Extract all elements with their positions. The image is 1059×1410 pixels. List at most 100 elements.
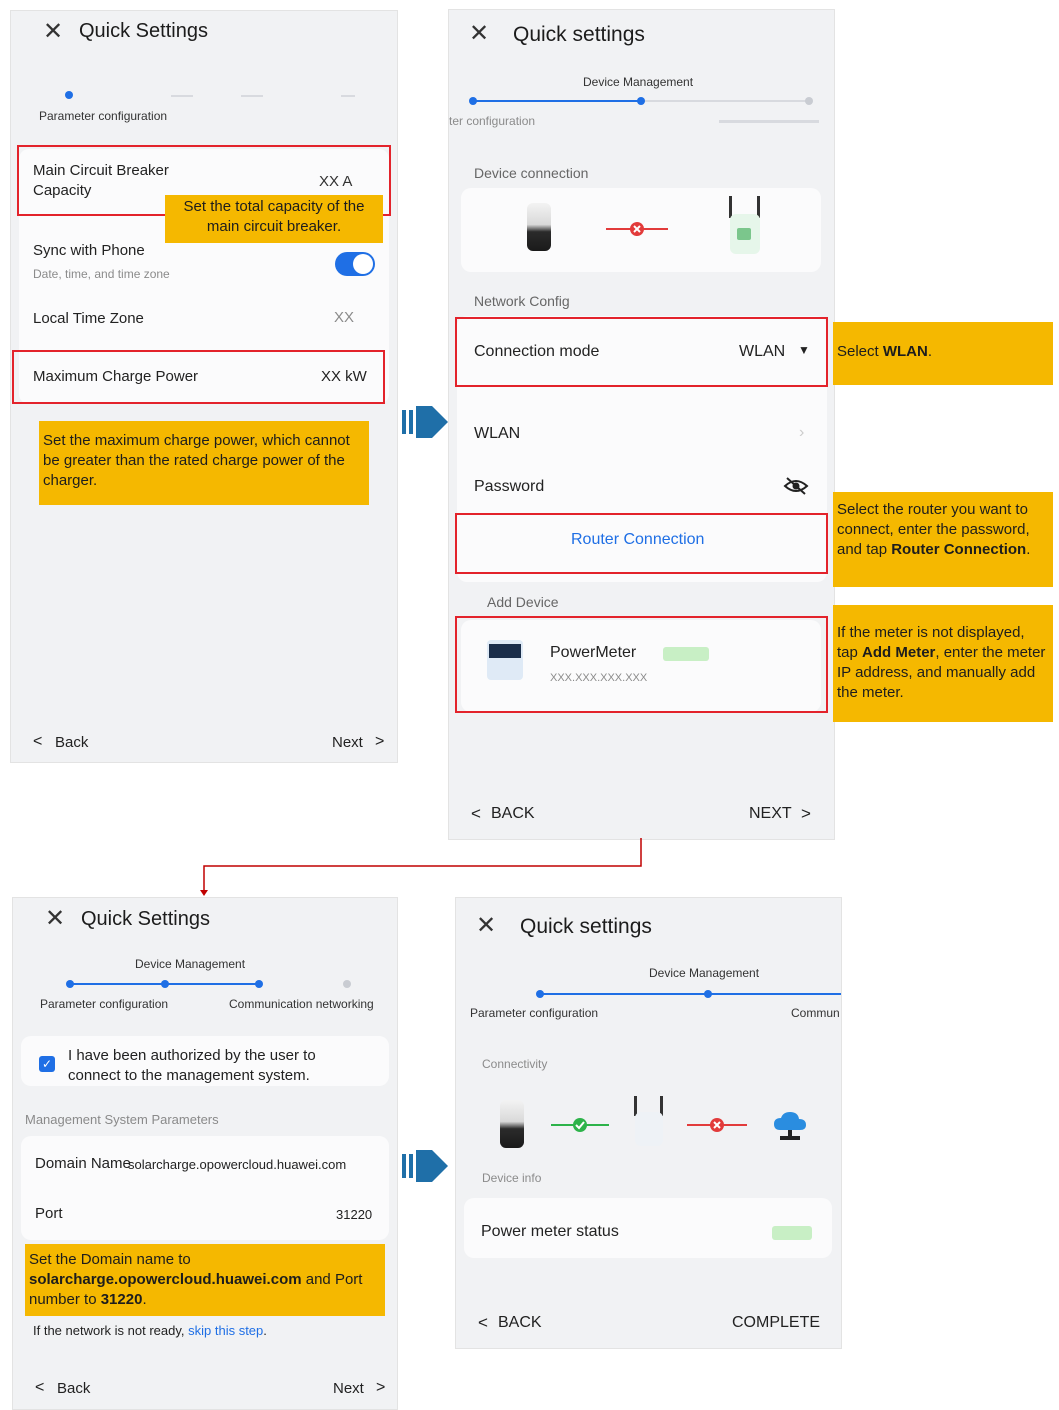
step-dot	[704, 990, 712, 998]
back-button[interactable]: Back	[55, 734, 88, 751]
chevron-left-icon[interactable]: <	[33, 733, 42, 751]
step-dot	[66, 980, 74, 988]
screen-quick-settings-2: ✕ Quick settings Device Management ter c…	[448, 9, 835, 840]
step-dot	[536, 990, 544, 998]
next-button[interactable]: Next	[332, 734, 363, 751]
step-line	[241, 95, 263, 97]
page-title: Quick settings	[513, 23, 645, 46]
step-label-left: Parameter configuration	[40, 997, 169, 1011]
next-button[interactable]: NEXT	[749, 805, 792, 823]
next-button[interactable]: Next	[333, 1380, 364, 1397]
eye-off-icon[interactable]	[783, 476, 809, 496]
note-text: .	[142, 1291, 147, 1308]
step-line	[171, 95, 193, 97]
close-icon[interactable]: ✕	[43, 20, 63, 44]
cloud-icon	[774, 1112, 806, 1140]
params-card	[21, 1136, 389, 1240]
step-dot	[805, 97, 813, 105]
toggle-knob	[353, 254, 373, 274]
highlight-meter	[455, 616, 828, 713]
note-domain-port: Set the Domain name to solarcharge.opowe…	[25, 1244, 385, 1316]
note-meter: If the meter is not displayed, tap Add M…	[833, 605, 1053, 722]
note-router: Select the router you want to connect, e…	[833, 492, 1053, 587]
note-text: .	[927, 343, 933, 360]
screen-quick-settings-4: ✕ Quick settings Device Management Param…	[455, 897, 842, 1349]
password-label[interactable]: Password	[474, 478, 544, 496]
meter-status-badge	[772, 1226, 812, 1240]
dongle-icon	[727, 196, 763, 254]
connected-icon	[551, 1118, 609, 1132]
step-line	[341, 95, 355, 97]
chevron-left-icon[interactable]: <	[478, 1313, 488, 1333]
chevron-right-icon[interactable]: ›	[799, 424, 804, 442]
phone-icon	[527, 203, 551, 251]
close-icon[interactable]: ✕	[469, 22, 489, 46]
auth-text: I have been authorized by the user to co…	[68, 1047, 316, 1084]
step-label-right: Communication networking	[229, 997, 374, 1011]
complete-button[interactable]: COMPLETE	[732, 1314, 820, 1332]
note-text: Set the Domain name to	[29, 1251, 191, 1268]
timezone-value[interactable]: XX	[334, 309, 354, 326]
skip-text: .	[263, 1323, 267, 1338]
chevron-right-icon[interactable]: >	[375, 733, 384, 751]
phone-icon	[500, 1100, 524, 1148]
highlight-max-power	[12, 350, 385, 404]
step-label-left: Parameter configuration	[470, 1006, 599, 1020]
flow-arrow-icon	[402, 406, 448, 438]
domain-value[interactable]: solarcharge.opowercloud.huawei.com	[128, 1157, 346, 1172]
step-dot	[255, 980, 263, 988]
checkbox-icon[interactable]: ✓	[39, 1056, 55, 1072]
step-label-right: Commun	[791, 1006, 840, 1020]
dongle-body	[635, 1112, 663, 1146]
step-dot	[161, 980, 169, 988]
chevron-right-icon[interactable]: >	[801, 804, 811, 824]
note-bold: Router Connection	[891, 541, 1027, 558]
section-management-params: Management System Parameters	[25, 1112, 219, 1127]
skip-link[interactable]: skip this step	[188, 1323, 263, 1338]
port-label: Port	[35, 1205, 63, 1222]
step-label-placeholder	[719, 120, 819, 123]
chevron-left-icon[interactable]: <	[471, 804, 481, 824]
chevron-left-icon[interactable]: <	[35, 1379, 44, 1397]
flow-arrow-icon	[402, 1150, 448, 1182]
skip-text: If the network is not ready,	[33, 1323, 189, 1338]
note-breaker: Set the total capacity of the main circu…	[165, 195, 383, 243]
step-dot	[637, 97, 645, 105]
close-icon[interactable]: ✕	[45, 907, 65, 931]
toggle-switch[interactable]	[335, 252, 375, 276]
section-connectivity: Connectivity	[482, 1057, 548, 1071]
disconnected-icon	[606, 222, 668, 236]
section-network-config: Network Config	[474, 293, 570, 309]
note-text: .	[1026, 541, 1031, 558]
wlan-label[interactable]: WLAN	[474, 425, 520, 443]
chevron-right-icon[interactable]: >	[376, 1379, 385, 1397]
timezone-label: Local Time Zone	[33, 310, 144, 327]
router-connection-button[interactable]: Router Connection	[571, 531, 704, 549]
back-button[interactable]: Back	[57, 1380, 90, 1397]
note-bold: 31220	[100, 1291, 143, 1308]
step-dot	[469, 97, 477, 105]
note-bold: solarcharge.opowercloud.huawei.com	[29, 1271, 302, 1288]
dongle-screen	[737, 228, 751, 240]
port-value[interactable]: 31220	[336, 1207, 372, 1222]
note-bold: Add Meter	[862, 644, 936, 661]
screen-quick-settings-3: ✕ Quick Settings Device Management Param…	[12, 897, 398, 1410]
back-button[interactable]: BACK	[498, 1314, 542, 1332]
back-button[interactable]: BACK	[491, 805, 535, 823]
highlight-connection-mode	[455, 317, 828, 387]
step-label: Parameter configuration	[39, 109, 168, 123]
page-title: Quick Settings	[81, 908, 210, 930]
dongle-icon	[632, 1096, 666, 1148]
screen-quick-settings-1: ✕ Quick Settings Parameter configuration…	[10, 10, 398, 763]
section-add-device: Add Device	[487, 594, 559, 610]
step-label-center: Device Management	[583, 75, 694, 89]
close-icon[interactable]: ✕	[476, 914, 496, 938]
note-select-wlan: Select WLAN.	[833, 322, 1053, 385]
power-meter-status-label: Power meter status	[481, 1223, 619, 1240]
step-label-center: Device Management	[135, 957, 246, 971]
section-device-connection: Device connection	[474, 165, 589, 181]
disconnected-icon	[687, 1118, 747, 1132]
note-text: Select	[837, 343, 883, 360]
step-label-left: ter configuration	[449, 114, 536, 128]
sync-sublabel: Date, time, and time zone	[33, 267, 170, 281]
